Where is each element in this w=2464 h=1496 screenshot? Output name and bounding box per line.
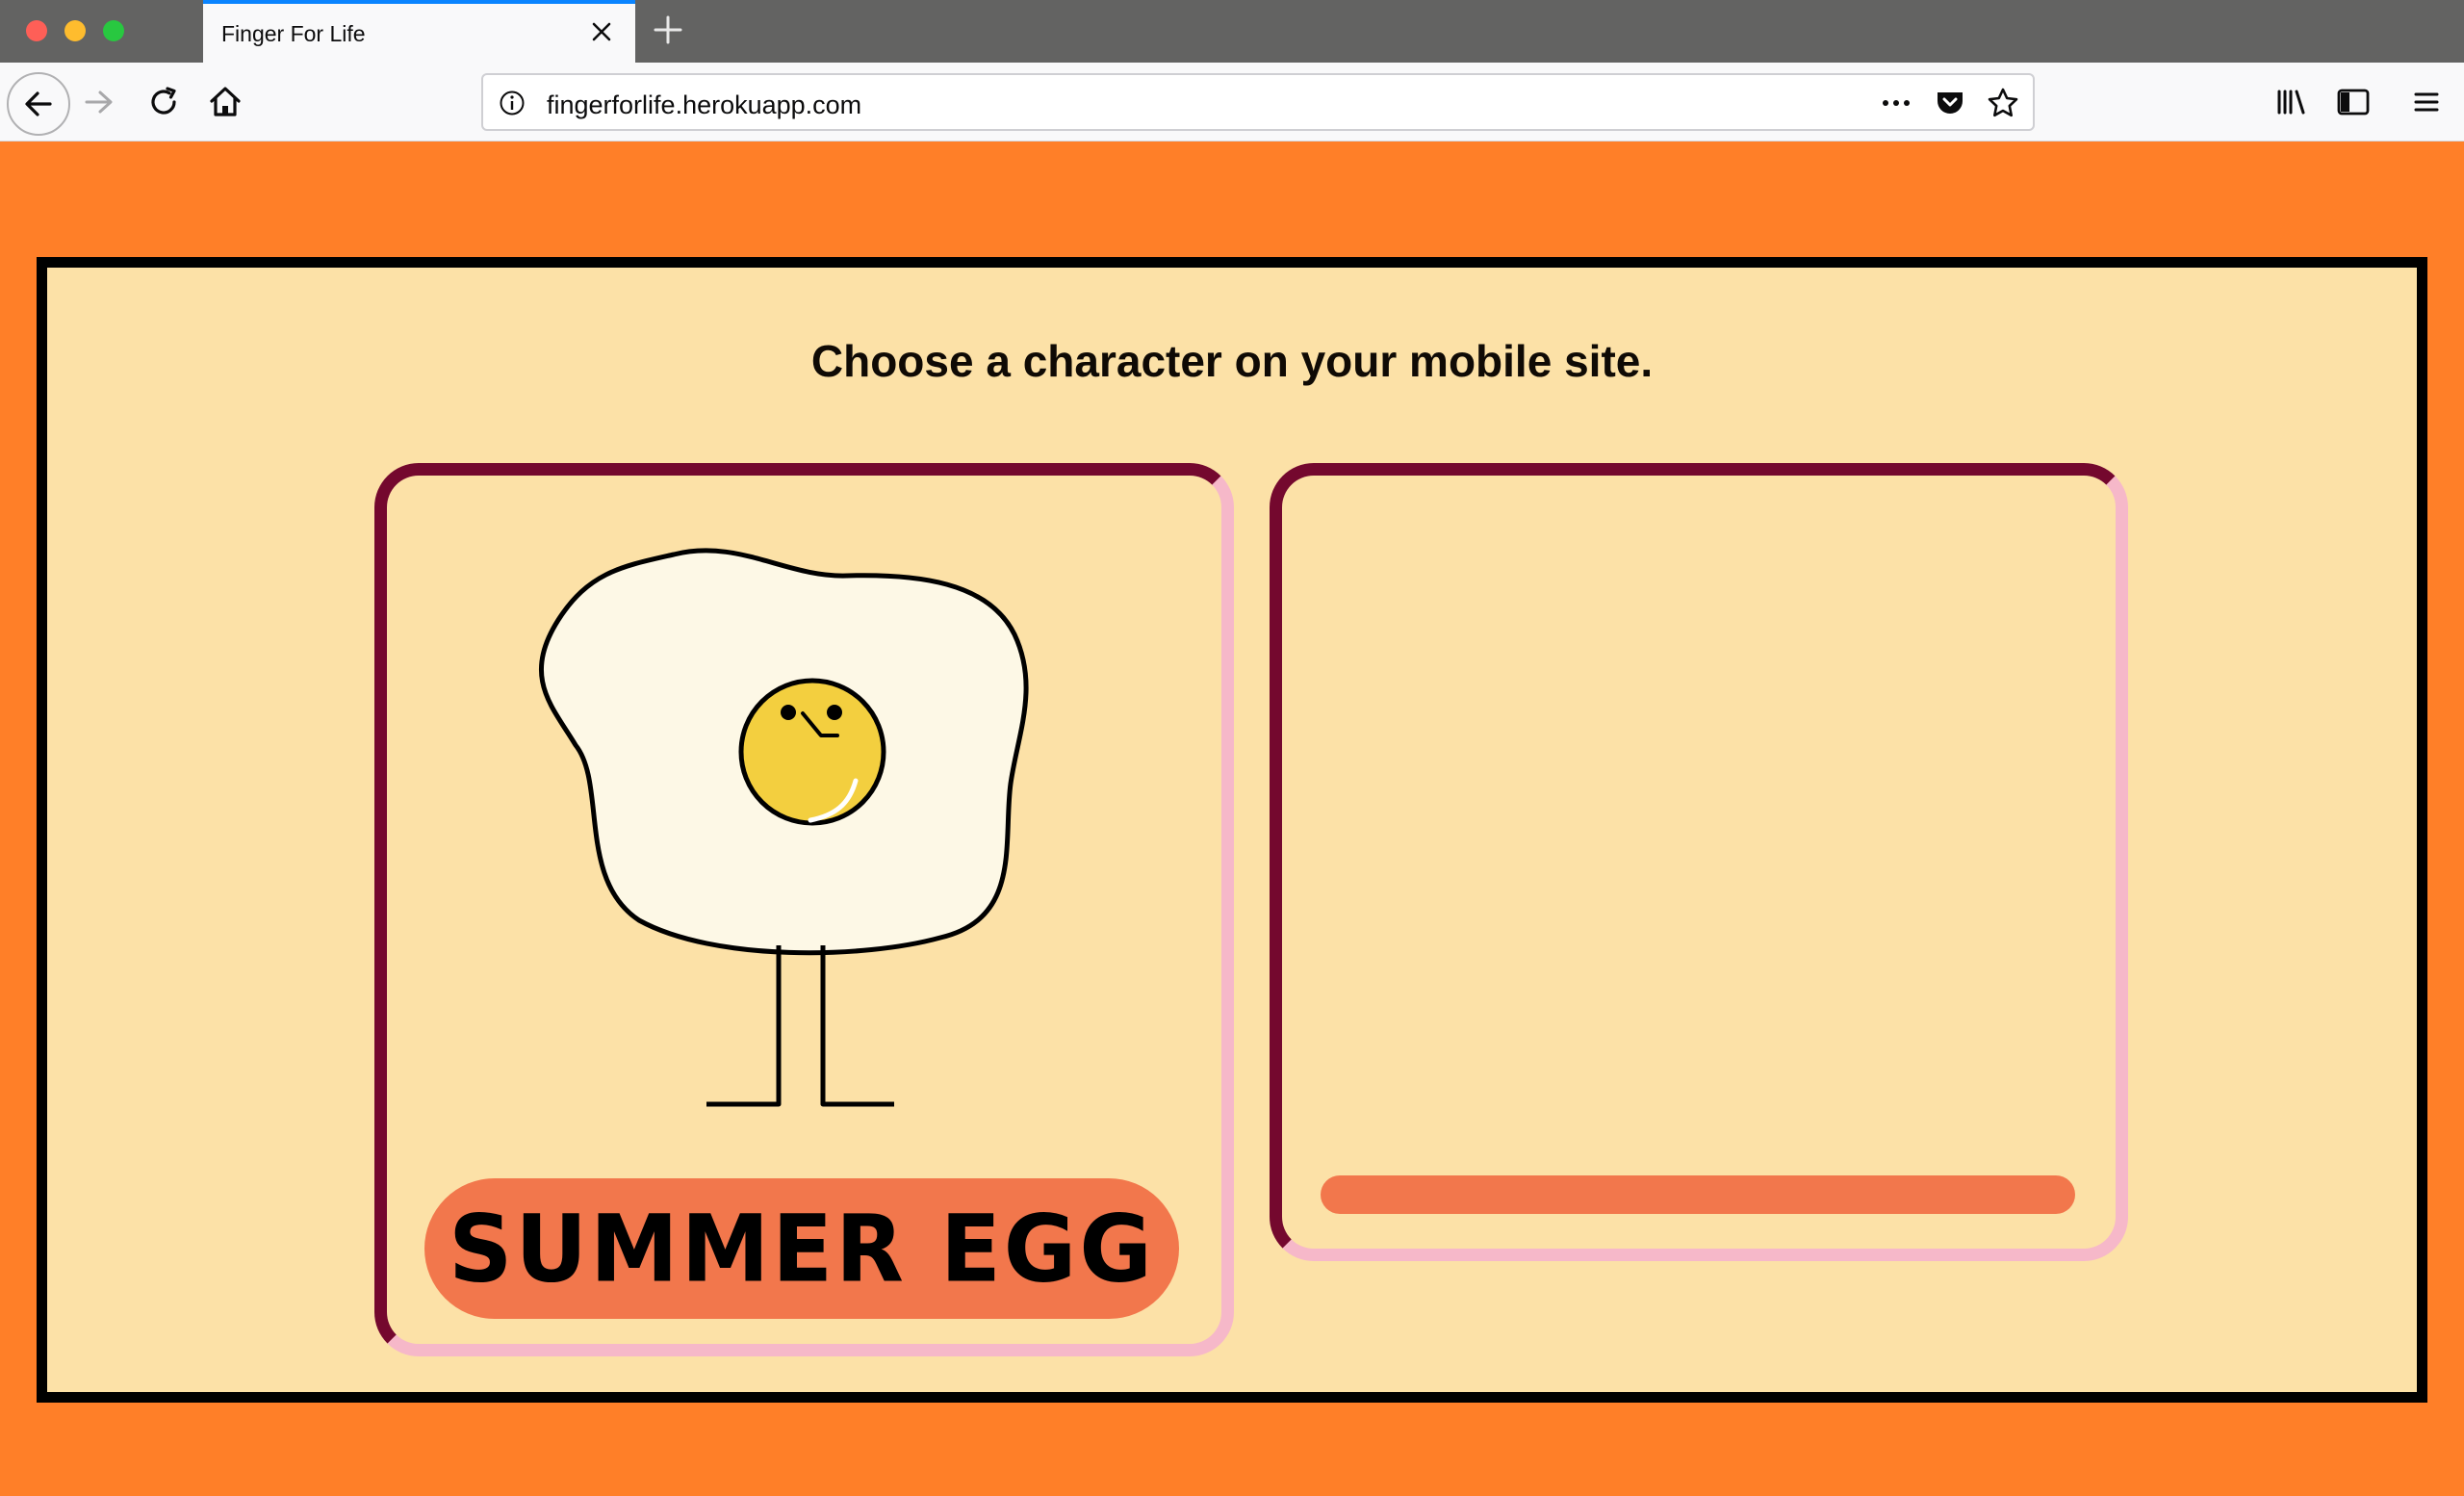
page-heading: Choose a character on your mobile site. xyxy=(810,336,1654,386)
back-arrow-icon xyxy=(25,91,52,116)
character-card-loading[interactable] xyxy=(1270,463,2128,1261)
star-icon[interactable] xyxy=(1987,87,2019,119)
back-button[interactable] xyxy=(7,72,70,136)
home-button[interactable] xyxy=(206,83,244,121)
reload-icon xyxy=(151,87,176,115)
close-window-button[interactable] xyxy=(26,20,47,41)
tab-active[interactable]: Finger For Life xyxy=(203,0,635,63)
zoom-window-button[interactable] xyxy=(103,20,124,41)
tab-title: Finger For Life xyxy=(221,21,366,46)
sidebar-icon[interactable] xyxy=(2335,84,2372,120)
plus-icon[interactable] xyxy=(651,13,685,47)
minimize-window-button[interactable] xyxy=(64,20,86,41)
home-icon xyxy=(210,87,241,116)
character-name-pill[interactable]: SUMMER EGG xyxy=(424,1178,1179,1319)
pocket-icon[interactable] xyxy=(1935,88,1965,118)
info-icon[interactable] xyxy=(499,90,526,116)
more-icon[interactable] xyxy=(1879,89,1913,117)
character-select-panel: Choose a character on your mobile site. … xyxy=(37,257,2427,1403)
forward-arrow-icon xyxy=(85,90,113,114)
close-icon[interactable] xyxy=(587,17,616,46)
hamburger-menu-icon[interactable] xyxy=(2408,84,2445,120)
tab-strip: Finger For Life xyxy=(0,0,2464,63)
navigation-toolbar: fingerforlife.herokuapp.com xyxy=(0,63,2464,142)
character-card-summer-egg[interactable]: SUMMER EGG xyxy=(374,463,1234,1356)
url-text[interactable]: fingerforlife.herokuapp.com xyxy=(547,90,861,120)
character-name-placeholder xyxy=(1321,1175,2075,1214)
summer-egg-illustration xyxy=(539,548,1029,1107)
address-bar[interactable]: fingerforlife.herokuapp.com xyxy=(481,73,2035,131)
forward-button[interactable] xyxy=(81,83,119,121)
library-icon[interactable] xyxy=(2273,84,2310,120)
reload-button[interactable] xyxy=(144,83,183,121)
character-name: SUMMER EGG xyxy=(449,1194,1155,1303)
